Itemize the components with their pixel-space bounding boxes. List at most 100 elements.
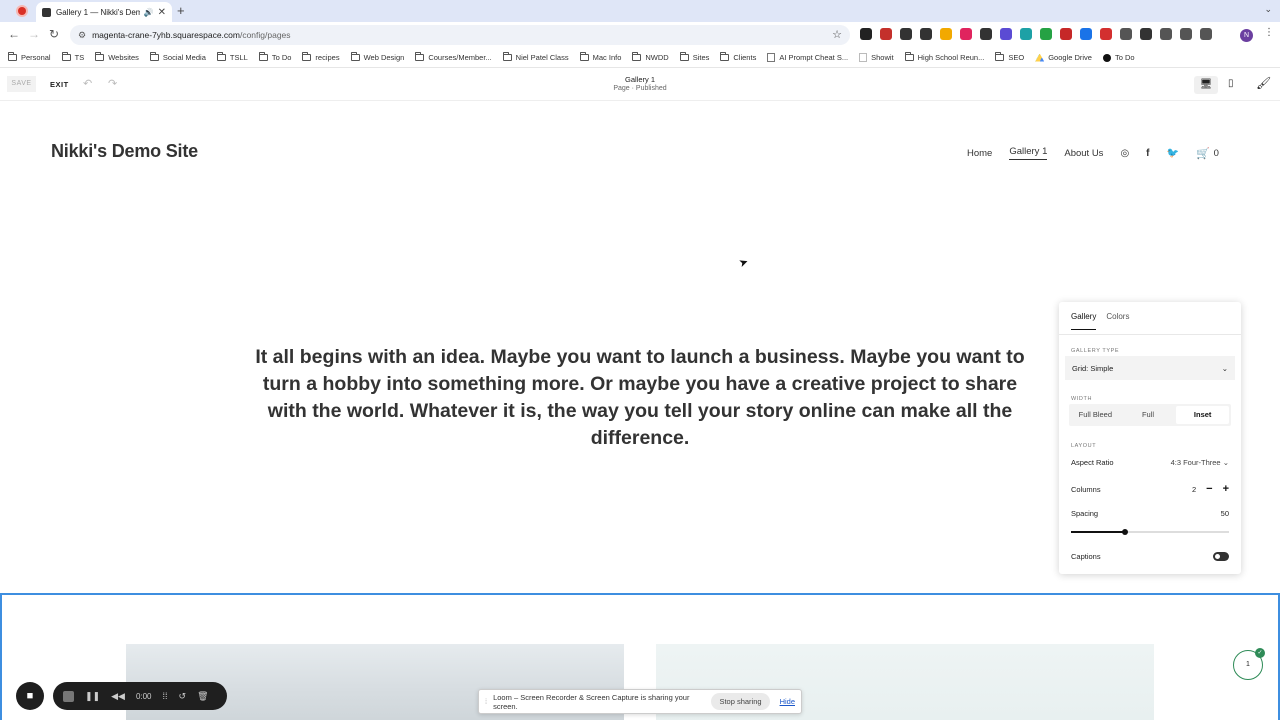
bookmark-item[interactable]: Niel Patel Class (502, 52, 569, 62)
close-tab-icon[interactable]: ✕ (158, 7, 166, 18)
extension-icon[interactable] (880, 28, 892, 40)
stop-sharing-button[interactable]: Stop sharing (711, 693, 770, 710)
bookmark-item[interactable]: AI Prompt Cheat S... (767, 53, 848, 62)
bookmark-label: recipes (315, 53, 340, 62)
spacing-slider-handle[interactable] (1121, 529, 1128, 535)
width-full-option[interactable]: Full (1122, 404, 1175, 426)
bookmark-star-icon[interactable]: ☆ (832, 28, 842, 41)
bookmark-item[interactable]: TSLL (216, 52, 248, 62)
tab-colors[interactable]: Colors (1106, 312, 1129, 330)
extension-icon[interactable] (1100, 28, 1112, 40)
minus-icon[interactable]: − (1206, 483, 1212, 495)
extension-icon[interactable] (1000, 28, 1012, 40)
twitter-icon[interactable]: 🐦 (1167, 148, 1179, 159)
speaker-icon[interactable]: 🔊 (144, 8, 154, 17)
plus-icon[interactable]: + (1223, 483, 1229, 495)
hero-text[interactable]: It all begins with an idea. Maybe you wa… (250, 344, 1030, 452)
site-styles-brush-icon[interactable]: 🖌 (1256, 76, 1271, 90)
extension-icon[interactable] (980, 28, 992, 40)
bookmark-item[interactable]: SEO (995, 52, 1024, 62)
width-full-bleed-option[interactable]: Full Bleed (1069, 404, 1122, 426)
forward-arrow-icon[interactable]: → (28, 27, 40, 41)
reload-icon[interactable]: ↻ (49, 27, 59, 41)
bookmark-item[interactable]: Web Design (350, 52, 404, 62)
bookmark-item[interactable]: To Do (1102, 53, 1135, 62)
extension-icon[interactable] (1080, 28, 1092, 40)
video-camera-icon: ■ (26, 690, 34, 702)
extension-icon[interactable] (1020, 28, 1032, 40)
address-bar[interactable]: ⚙ magenta-crane-7yhb.squarespace.com/con… (70, 25, 850, 45)
bookmark-item[interactable]: To Do (258, 52, 291, 62)
mobile-view-icon[interactable]: ▯ (1228, 78, 1234, 89)
extension-icon[interactable] (940, 28, 952, 40)
drawing-tools-icon[interactable]: ⁞⁞ (163, 691, 168, 701)
extension-icon[interactable] (1180, 28, 1192, 40)
stop-recording-icon[interactable] (63, 690, 74, 702)
drag-handle-icon[interactable]: ⁞ (485, 697, 487, 706)
bookmark-item[interactable]: Courses/Member... (415, 52, 492, 62)
profile-avatar[interactable]: N (1240, 29, 1253, 42)
notification-badge[interactable]: 1 ✓ (1233, 648, 1265, 680)
gallery-type-select[interactable]: Grid: Simple ⌄ (1065, 356, 1235, 380)
bookmark-item[interactable]: recipes (302, 52, 340, 62)
bookmark-item[interactable]: Mac Info (579, 52, 621, 62)
bookmark-item[interactable]: TS (61, 52, 84, 62)
pause-icon[interactable]: ❚❚ (85, 691, 100, 702)
nav-gallery-1[interactable]: Gallery 1 (1009, 146, 1048, 160)
folder-icon (95, 52, 105, 61)
bookmark-item[interactable]: High School Reun... (904, 52, 984, 62)
bookmark-item[interactable]: Showit (859, 53, 894, 62)
screen-sharing-bar: ⁞ Loom – Screen Recorder & Screen Captur… (478, 689, 802, 714)
trash-icon[interactable]: 🗑 (197, 691, 208, 702)
site-title[interactable]: Nikki's Demo Site (51, 141, 198, 162)
aspect-ratio-row[interactable]: Aspect Ratio 4:3 Four-Three ⌄ (1071, 458, 1229, 467)
extension-icon[interactable] (1120, 28, 1132, 40)
cart-icon: 🛒 (1195, 147, 1210, 160)
nav-home[interactable]: Home (967, 148, 992, 159)
aspect-ratio-select[interactable]: 4:3 Four-Three ⌄ (1171, 458, 1229, 467)
extension-icon[interactable] (960, 28, 972, 40)
cart[interactable]: 🛒 0 (1196, 147, 1219, 160)
extension-icon[interactable] (1060, 28, 1072, 40)
bookmark-label: Showit (871, 53, 894, 62)
bookmark-label: Niel Patel Class (515, 53, 569, 62)
extension-icon[interactable] (860, 28, 872, 40)
hide-link[interactable]: Hide (780, 697, 795, 706)
width-inset-option[interactable]: Inset (1176, 406, 1230, 424)
bookmark-item[interactable]: Websites (95, 52, 139, 62)
bookmark-item[interactable]: Clients (720, 52, 756, 62)
extension-icon[interactable] (1160, 28, 1172, 40)
extension-icon[interactable] (920, 28, 932, 40)
folder-icon (415, 52, 425, 61)
facebook-icon[interactable]: f (1146, 148, 1149, 159)
extension-icon[interactable] (1040, 28, 1052, 40)
save-button[interactable]: SAVE (7, 76, 36, 92)
back-arrow-icon[interactable]: ← (8, 27, 20, 41)
bookmark-item[interactable]: NWDD (632, 52, 669, 62)
exit-button[interactable]: EXIT (50, 80, 69, 89)
new-tab-icon[interactable]: + (177, 3, 185, 18)
bookmark-item[interactable]: Google Drive (1035, 53, 1092, 62)
loom-camera-button[interactable]: ■ (16, 682, 44, 710)
bookmark-item[interactable]: Social Media (149, 52, 206, 62)
redo-icon[interactable]: ↷ (108, 77, 117, 90)
spacing-slider[interactable] (1071, 529, 1229, 535)
extension-icon[interactable] (1200, 28, 1212, 40)
extension-icon[interactable] (1140, 28, 1152, 40)
undo-icon[interactable]: ↶ (83, 77, 92, 90)
browser-tab[interactable]: Gallery 1 — Nikki's Demo 🔊 ✕ (36, 2, 172, 22)
tab-gallery[interactable]: Gallery (1071, 312, 1097, 330)
columns-stepper: 2 − + (1192, 483, 1229, 495)
desktop-view-icon[interactable]: 🖥 (1194, 76, 1218, 94)
bookmark-item[interactable]: Sites (679, 52, 709, 62)
captions-toggle[interactable] (1213, 552, 1229, 561)
browser-menu-icon[interactable]: ⋮ (1264, 27, 1274, 38)
restart-icon[interactable]: ↺ (179, 691, 187, 702)
extension-icon[interactable] (900, 28, 912, 40)
instagram-icon[interactable]: ◎ (1120, 148, 1129, 159)
chevron-down-icon[interactable]: ⌄ (1264, 4, 1272, 15)
nav-about-us[interactable]: About Us (1064, 148, 1103, 159)
rewind-icon[interactable]: ◀◀ (111, 691, 125, 702)
bookmark-item[interactable]: Personal (8, 52, 51, 62)
site-settings-icon[interactable]: ⚙ (78, 30, 86, 41)
